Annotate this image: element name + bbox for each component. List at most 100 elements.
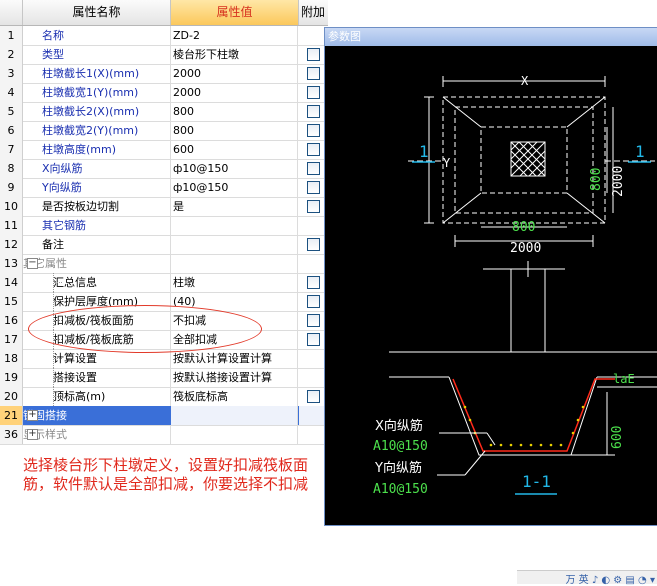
property-row[interactable]: 10 是否按板边切割 是 bbox=[0, 197, 328, 217]
property-value[interactable] bbox=[171, 425, 298, 444]
property-name: 其它钢筋 bbox=[23, 216, 171, 235]
section-mark-right: 1 bbox=[635, 142, 645, 161]
property-name-text: 类型 bbox=[42, 48, 64, 61]
label-lae: laE bbox=[613, 372, 635, 386]
label-x-bar: X向纵筋 bbox=[375, 418, 423, 434]
property-value[interactable]: 柱墩 bbox=[171, 273, 298, 292]
property-value[interactable]: 筏板底标高 bbox=[171, 387, 298, 406]
property-value[interactable]: ZD-2 bbox=[171, 26, 298, 45]
add-checkbox[interactable] bbox=[307, 143, 320, 156]
header-value[interactable]: 属性值 bbox=[171, 0, 299, 25]
tree-line bbox=[53, 273, 62, 292]
add-checkbox[interactable] bbox=[307, 48, 320, 61]
property-row[interactable]: 5 柱墩截长2(X)(mm) 800 bbox=[0, 102, 328, 122]
add-checkbox[interactable] bbox=[307, 238, 320, 251]
add-checkbox[interactable] bbox=[307, 86, 320, 99]
header-name[interactable]: 属性名称 bbox=[23, 0, 171, 25]
add-checkbox[interactable] bbox=[307, 67, 320, 80]
row-number: 8 bbox=[0, 159, 23, 178]
add-checkbox[interactable] bbox=[307, 105, 320, 118]
tree-line bbox=[53, 349, 62, 368]
property-row[interactable]: 7 柱墩高度(mm) 600 bbox=[0, 140, 328, 160]
property-value[interactable]: 2000 bbox=[171, 83, 298, 102]
panel-title[interactable]: 参数图 bbox=[325, 28, 657, 46]
property-row[interactable]: 1 名称 ZD-2 bbox=[0, 26, 328, 46]
property-row[interactable]: 2 类型 棱台形下柱墩 bbox=[0, 45, 328, 65]
add-checkbox[interactable] bbox=[307, 333, 320, 346]
grid-header: 属性名称 属性值 附加 bbox=[0, 0, 328, 26]
row-number: 11 bbox=[0, 216, 23, 235]
add-checkbox[interactable] bbox=[307, 390, 320, 403]
property-row[interactable]: 6 柱墩截宽2(Y)(mm) 800 bbox=[0, 121, 328, 141]
system-tray[interactable]: 万 英 ♪ ◐ ⚙ ▤ ◔ ▾ bbox=[517, 570, 657, 586]
property-value[interactable]: 是 bbox=[171, 197, 298, 216]
header-add[interactable]: 附加 bbox=[299, 0, 327, 25]
property-value[interactable]: 按默认计算设置计算 bbox=[171, 349, 298, 368]
row-number: 17 bbox=[0, 330, 23, 349]
property-row[interactable]: 3 柱墩截长1(X)(mm) 2000 bbox=[0, 64, 328, 84]
row-number: 21 bbox=[0, 406, 23, 425]
rebar-dots bbox=[463, 405, 585, 447]
add-checkbox[interactable] bbox=[307, 276, 320, 289]
property-row[interactable]: 14 汇总信息 柱墩 bbox=[0, 273, 328, 293]
property-name: 柱墩截宽2(Y)(mm) bbox=[23, 121, 171, 140]
property-value[interactable]: ф10@150 bbox=[171, 178, 298, 197]
collapse-icon[interactable]: − bbox=[27, 258, 38, 269]
property-row[interactable]: 12 备注 bbox=[0, 235, 328, 255]
property-row[interactable]: 21 + 锚固搭接 bbox=[0, 406, 328, 426]
property-value[interactable]: 800 bbox=[171, 121, 298, 140]
property-name: + 显示样式 bbox=[23, 425, 171, 444]
property-name: 搭接设置 bbox=[23, 368, 171, 387]
property-name: 柱墩截宽1(Y)(mm) bbox=[23, 83, 171, 102]
property-value[interactable] bbox=[171, 216, 298, 235]
label-2000-h: 2000 bbox=[510, 241, 541, 256]
property-row[interactable]: 13− 其它属性 bbox=[0, 254, 328, 274]
property-row[interactable]: 9 Y向纵筋 ф10@150 bbox=[0, 178, 328, 198]
row-number: 9 bbox=[0, 178, 23, 197]
corner-line bbox=[442, 96, 482, 128]
row-number: 4 bbox=[0, 83, 23, 102]
add-checkbox[interactable] bbox=[307, 200, 320, 213]
corner-line bbox=[566, 96, 606, 128]
property-value[interactable]: 2000 bbox=[171, 64, 298, 83]
property-name-text: 顶标高(m) bbox=[53, 390, 106, 403]
label-2000-v: 2000 bbox=[611, 166, 626, 197]
property-name: 类型 bbox=[23, 45, 171, 64]
property-row[interactable]: 19 搭接设置 按默认搭接设置计算 bbox=[0, 368, 328, 388]
property-value[interactable]: 按默认搭接设置计算 bbox=[171, 368, 298, 387]
property-value[interactable] bbox=[171, 406, 298, 425]
property-name: 是否按板边切割 bbox=[23, 197, 171, 216]
property-value[interactable]: 600 bbox=[171, 140, 298, 159]
add-checkbox[interactable] bbox=[307, 295, 320, 308]
label-600: 600 bbox=[610, 426, 625, 449]
add-checkbox[interactable] bbox=[307, 162, 320, 175]
row-number: 7 bbox=[0, 140, 23, 159]
property-name: Y向纵筋 bbox=[23, 178, 171, 197]
annotation-note: 选择棱台形下柱墩定义，设置好扣减筏板面筋，软件默认是全部扣减，你要选择不扣减 bbox=[23, 456, 309, 493]
tree-line bbox=[53, 292, 62, 311]
property-value[interactable]: 800 bbox=[171, 102, 298, 121]
property-name: − 其它属性 bbox=[23, 254, 171, 273]
expand-icon[interactable]: + bbox=[27, 410, 38, 421]
row-number: 15 bbox=[0, 292, 23, 311]
property-name-text: 柱墩高度(mm) bbox=[42, 143, 117, 156]
property-row[interactable]: 11 其它钢筋 bbox=[0, 216, 328, 236]
property-value[interactable]: 棱台形下柱墩 bbox=[171, 45, 298, 64]
highlight-ellipse bbox=[28, 305, 262, 353]
expand-icon[interactable]: + bbox=[27, 429, 38, 440]
property-row[interactable]: 8 X向纵筋 ф10@150 bbox=[0, 159, 328, 179]
add-checkbox[interactable] bbox=[307, 124, 320, 137]
parameter-drawing: X Y 800 2000 800 2000 1 1 laE 600 X向纵筋 A… bbox=[373, 74, 657, 497]
corner-line bbox=[566, 192, 606, 224]
add-checkbox[interactable] bbox=[307, 181, 320, 194]
section-title: 1-1 bbox=[522, 472, 551, 491]
add-checkbox[interactable] bbox=[307, 314, 320, 327]
property-row[interactable]: 4 柱墩截宽1(Y)(mm) 2000 bbox=[0, 83, 328, 103]
property-value[interactable]: ф10@150 bbox=[171, 159, 298, 178]
row-number: 12 bbox=[0, 235, 23, 254]
property-value[interactable] bbox=[171, 235, 298, 254]
property-value[interactable] bbox=[171, 254, 298, 273]
property-row[interactable]: 20 顶标高(m) 筏板底标高 bbox=[0, 387, 328, 407]
property-row[interactable]: 36 + 显示样式 bbox=[0, 425, 328, 445]
property-name-text: 是否按板边切割 bbox=[42, 200, 119, 213]
